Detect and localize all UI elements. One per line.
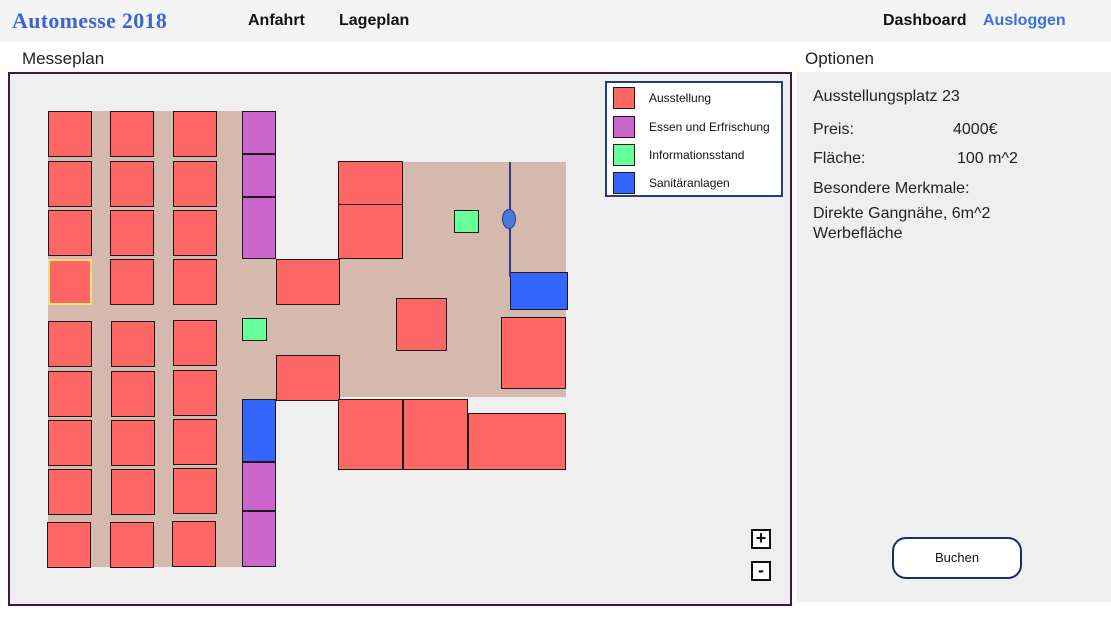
area-label: Fläche: [813,150,866,167]
area-value: 100 m^2 [957,150,1018,167]
booth-exhibition[interactable] [338,161,403,205]
zoom-in-button[interactable]: + [751,529,771,549]
legend-item-food: Essen und Erfrischung [613,116,783,140]
legend-item-sanitary: Sanitäranlagen [613,172,783,196]
nav-logout[interactable]: Ausloggen [983,12,1066,30]
booth-sanitary[interactable] [242,399,276,462]
booth-exhibition[interactable] [48,321,92,367]
booth-exhibition[interactable] [172,521,216,567]
booth-info[interactable] [242,318,267,341]
options-title: Optionen [805,49,874,68]
booth-exhibition[interactable] [111,371,155,417]
booth-exhibition[interactable] [173,210,217,256]
legend-item-exhibition: Ausstellung [613,87,783,111]
booth-exhibition[interactable] [111,469,155,515]
legend-item-info: Informationsstand [613,144,783,168]
nav-dashboard[interactable]: Dashboard [883,12,967,30]
booth-exhibition[interactable] [173,320,217,366]
booth-exhibition[interactable] [403,399,468,470]
booth-exhibition[interactable] [111,420,155,466]
booth-exhibition[interactable] [110,259,154,305]
booth-exhibition-selected[interactable] [48,259,92,305]
booth-exhibition[interactable] [48,371,92,417]
zoom-out-button[interactable]: - [751,561,771,581]
price-value: 4000€ [953,121,998,138]
floor-map[interactable]: Ausstellung Essen und Erfrischung Inform… [8,72,792,606]
booth-exhibition[interactable] [110,522,154,568]
booth-exhibition[interactable] [48,420,92,466]
booth-exhibition[interactable] [110,111,154,157]
booth-food[interactable] [242,511,276,567]
booth-exhibition[interactable] [276,259,340,305]
booth-exhibition[interactable] [173,370,217,416]
booth-exhibition[interactable] [173,161,217,207]
booth-exhibition[interactable] [173,468,217,514]
nav-lageplan[interactable]: Lageplan [339,12,409,30]
booth-exhibition[interactable] [396,298,447,351]
selected-booth-name: Ausstellungsplatz 23 [813,88,960,105]
legend-swatch [613,172,635,194]
booth-exhibition[interactable] [48,111,92,157]
booth-exhibition[interactable] [47,522,91,568]
booth-exhibition[interactable] [173,419,217,465]
booth-exhibition[interactable] [173,259,217,305]
booth-exhibition[interactable] [338,204,403,259]
booth-exhibition[interactable] [276,355,340,401]
booth-info[interactable] [454,210,479,233]
booth-exhibition[interactable] [111,321,155,367]
price-label: Preis: [813,121,854,138]
features-label: Besondere Merkmale: [813,180,970,197]
booth-exhibition[interactable] [338,399,403,470]
booth-food[interactable] [242,154,276,197]
booth-exhibition[interactable] [501,317,566,389]
booth-food[interactable] [242,197,276,259]
features-value-line2: Werbefläche [813,225,903,242]
booth-exhibition[interactable] [110,161,154,207]
legend-swatch [613,144,635,166]
location-pin-icon [502,209,516,229]
top-bar: Automesse 2018 Anfahrt Lageplan Dashboar… [0,0,1111,42]
booth-food[interactable] [242,462,276,511]
legend-label: Sanitäranlagen [649,176,730,190]
legend-label: Informationsstand [649,148,745,162]
legend-swatch [613,116,635,138]
book-button[interactable]: Buchen [892,537,1022,579]
map-legend: Ausstellung Essen und Erfrischung Inform… [605,81,783,197]
brand-logo: Automesse 2018 [12,8,168,33]
booth-exhibition[interactable] [173,111,217,157]
booth-exhibition[interactable] [48,161,92,207]
legend-label: Ausstellung [649,91,712,105]
booth-exhibition[interactable] [110,210,154,256]
legend-label: Essen und Erfrischung [649,120,770,134]
booth-sanitary[interactable] [510,272,568,310]
booth-exhibition[interactable] [48,469,92,515]
booth-food[interactable] [242,111,276,154]
booth-exhibition[interactable] [48,210,92,256]
options-panel: Ausstellungsplatz 23 Preis: 4000€ Fläche… [797,72,1111,602]
booth-exhibition[interactable] [468,413,566,470]
map-title: Messeplan [22,49,105,68]
nav-anfahrt[interactable]: Anfahrt [248,12,305,30]
features-value-line1: Direkte Gangnähe, 6m^2 [813,205,991,222]
legend-swatch [613,87,635,109]
